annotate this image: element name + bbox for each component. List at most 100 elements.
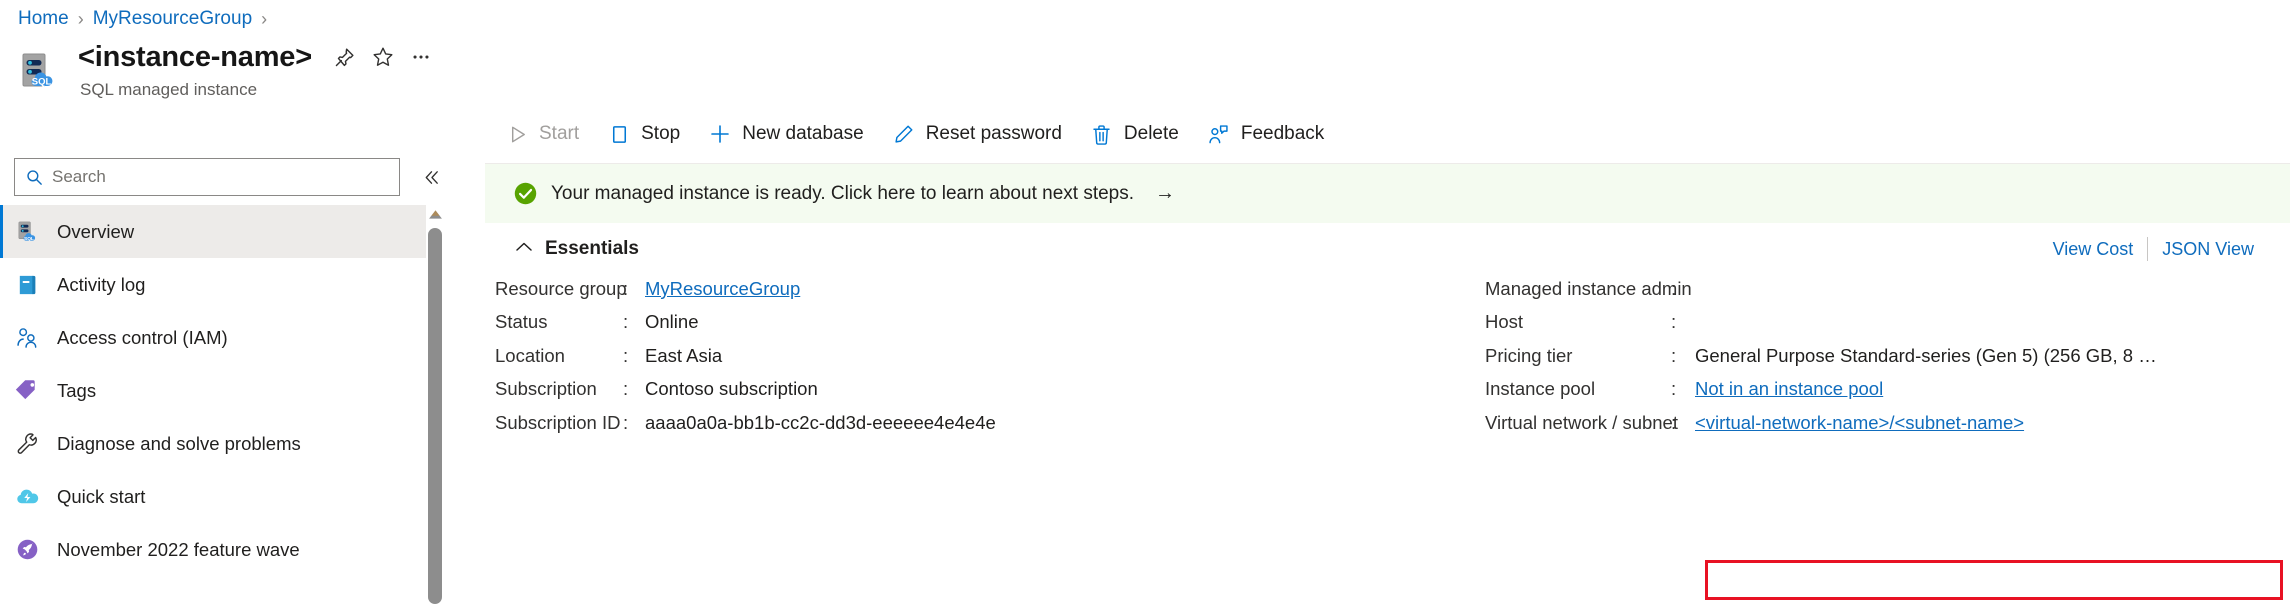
essentials-section-header: Essentials View Cost JSON View <box>485 223 2290 275</box>
play-triangle-icon <box>505 122 529 146</box>
command-label: New database <box>742 123 864 144</box>
property-colon: : <box>1671 378 1677 400</box>
property-row-host: Host : <box>1485 306 2157 340</box>
property-label: Pricing tier <box>1485 344 1573 366</box>
property-label: Host <box>1485 311 1524 333</box>
activity-log-icon <box>14 272 40 298</box>
property-row-subscription: Subscription : Contoso subscription <box>495 373 996 407</box>
notification-text: Your managed instance is ready. Click he… <box>551 182 1135 204</box>
essentials-label: Essentials <box>545 238 639 259</box>
access-control-people-icon <box>14 325 40 351</box>
property-colon: : <box>1671 411 1677 433</box>
search-icon <box>25 168 44 187</box>
sidebar-item-feature-wave[interactable]: November 2022 feature wave <box>0 523 426 576</box>
favorite-star-icon[interactable] <box>364 40 402 74</box>
property-colon: : <box>623 277 629 299</box>
breadcrumb-separator-icon: › <box>77 9 84 29</box>
pin-icon[interactable] <box>326 40 364 74</box>
sidebar-item-diagnose[interactable]: Diagnose and solve problems <box>0 417 426 470</box>
breadcrumb-separator-icon: › <box>261 9 268 29</box>
virtual-network-subnet-value-link[interactable]: <virtual-network-name>/<subnet-name> <box>1695 412 2024 434</box>
json-view-link[interactable]: JSON View <box>2148 235 2268 264</box>
reset-password-button[interactable]: Reset password <box>878 112 1076 156</box>
azure-portal-overview-page: Home › MyResourceGroup › SQL <instance-n… <box>0 0 2290 604</box>
success-check-circle-icon <box>513 181 538 206</box>
property-row-subscription-id: Subscription ID : aaaa0a0a-bb1b-cc2c-dd3… <box>495 406 996 440</box>
sidebar-item-label: November 2022 feature wave <box>57 538 300 560</box>
property-row-location: Location : East Asia <box>495 339 996 373</box>
feedback-button[interactable]: Feedback <box>1193 112 1338 156</box>
tag-icon <box>14 378 40 404</box>
sidebar-search-box[interactable] <box>14 158 400 196</box>
property-label: Subscription <box>495 378 597 400</box>
command-label: Stop <box>641 123 681 144</box>
svg-text:SQL: SQL <box>24 236 34 242</box>
command-label: Feedback <box>1240 123 1325 144</box>
property-label: Managed instance admin <box>1485 277 1692 299</box>
property-label: Location <box>495 344 565 366</box>
property-colon: : <box>623 378 629 400</box>
breadcrumb-item-resource-group[interactable]: MyResourceGroup <box>93 8 252 30</box>
property-label: Resource group <box>495 277 627 299</box>
scroll-up-arrow-icon[interactable] <box>427 207 444 222</box>
instance-pool-value-link[interactable]: Not in an instance pool <box>1695 378 1883 400</box>
property-row-instance-pool: Instance pool : Not in an instance pool <box>1485 373 2157 407</box>
rocket-icon <box>14 537 40 563</box>
more-ellipsis-icon[interactable] <box>402 40 440 74</box>
pricing-tier-value: General Purpose Standard-series (Gen 5) … <box>1695 344 2157 366</box>
property-colon: : <box>1671 311 1677 333</box>
sidebar-item-label: Diagnose and solve problems <box>57 432 301 454</box>
pencil-icon <box>892 122 916 146</box>
subscription-value: Contoso subscription <box>645 378 818 400</box>
wrench-icon <box>14 431 40 457</box>
plus-icon <box>708 122 732 146</box>
command-bar: Start Stop New database Reset password D… <box>485 105 2290 164</box>
status-notification-banner[interactable]: Your managed instance is ready. Click he… <box>485 164 2290 223</box>
sidebar-item-tags[interactable]: Tags <box>0 364 426 417</box>
sidebar-scrollbar-thumb[interactable] <box>428 228 442 604</box>
sql-managed-instance-icon: SQL <box>14 44 64 94</box>
properties-right-column: Managed instance admin : Host : Pricing … <box>1485 272 2157 440</box>
stop-button[interactable]: Stop <box>593 112 694 156</box>
search-input[interactable] <box>52 167 389 187</box>
page-header: SQL <instance-name> SQL managed instance <box>14 40 440 100</box>
essentials-properties: Resource group : MyResourceGroup Status … <box>485 272 2290 604</box>
collapse-sidebar-button[interactable] <box>414 160 448 194</box>
breadcrumb: Home › MyResourceGroup › <box>18 4 267 34</box>
sidebar-item-label: Quick start <box>57 485 146 507</box>
stop-square-icon <box>607 122 631 146</box>
page-title: <instance-name> <box>78 40 312 73</box>
breadcrumb-item-home[interactable]: Home <box>18 8 69 30</box>
sidebar-navigation: SQL Overview Activity log Access control… <box>0 205 426 604</box>
sidebar-item-quick-start[interactable]: Quick start <box>0 470 426 523</box>
sidebar-item-activity-log[interactable]: Activity log <box>0 258 426 311</box>
view-cost-link[interactable]: View Cost <box>2039 235 2148 264</box>
property-label: Status <box>495 311 548 333</box>
page-header-actions <box>326 40 440 74</box>
properties-left-column: Resource group : MyResourceGroup Status … <box>495 272 996 440</box>
page-subtitle: SQL managed instance <box>80 80 258 99</box>
property-row-virtual-network-subnet: Virtual network / subnet : <virtual-netw… <box>1485 406 2157 440</box>
property-label: Instance pool <box>1485 378 1596 400</box>
sql-managed-instance-icon: SQL <box>14 219 40 245</box>
resource-group-value-link[interactable]: MyResourceGroup <box>645 278 800 300</box>
property-row-managed-instance-admin: Managed instance admin : <box>1485 272 2157 306</box>
sidebar-item-label: Activity log <box>57 273 146 295</box>
delete-button[interactable]: Delete <box>1076 112 1193 156</box>
property-colon: : <box>1671 344 1677 366</box>
sidebar-item-overview[interactable]: SQL Overview <box>0 205 426 258</box>
property-colon: : <box>623 411 629 433</box>
start-button[interactable]: Start <box>491 112 593 156</box>
sidebar-item-label: Tags <box>57 379 97 401</box>
quick-start-cloud-icon <box>14 484 40 510</box>
arrow-right-icon: → <box>1155 182 1176 204</box>
chevron-up-icon <box>515 241 533 257</box>
sidebar-item-access-control[interactable]: Access control (IAM) <box>0 311 426 364</box>
property-colon: : <box>623 311 629 333</box>
property-colon: : <box>623 344 629 366</box>
essentials-collapse-toggle[interactable]: Essentials <box>507 234 647 264</box>
location-value: East Asia <box>645 344 723 366</box>
new-database-button[interactable]: New database <box>694 112 877 156</box>
property-row-resource-group: Resource group : MyResourceGroup <box>495 272 996 306</box>
feedback-person-icon <box>1207 122 1231 146</box>
